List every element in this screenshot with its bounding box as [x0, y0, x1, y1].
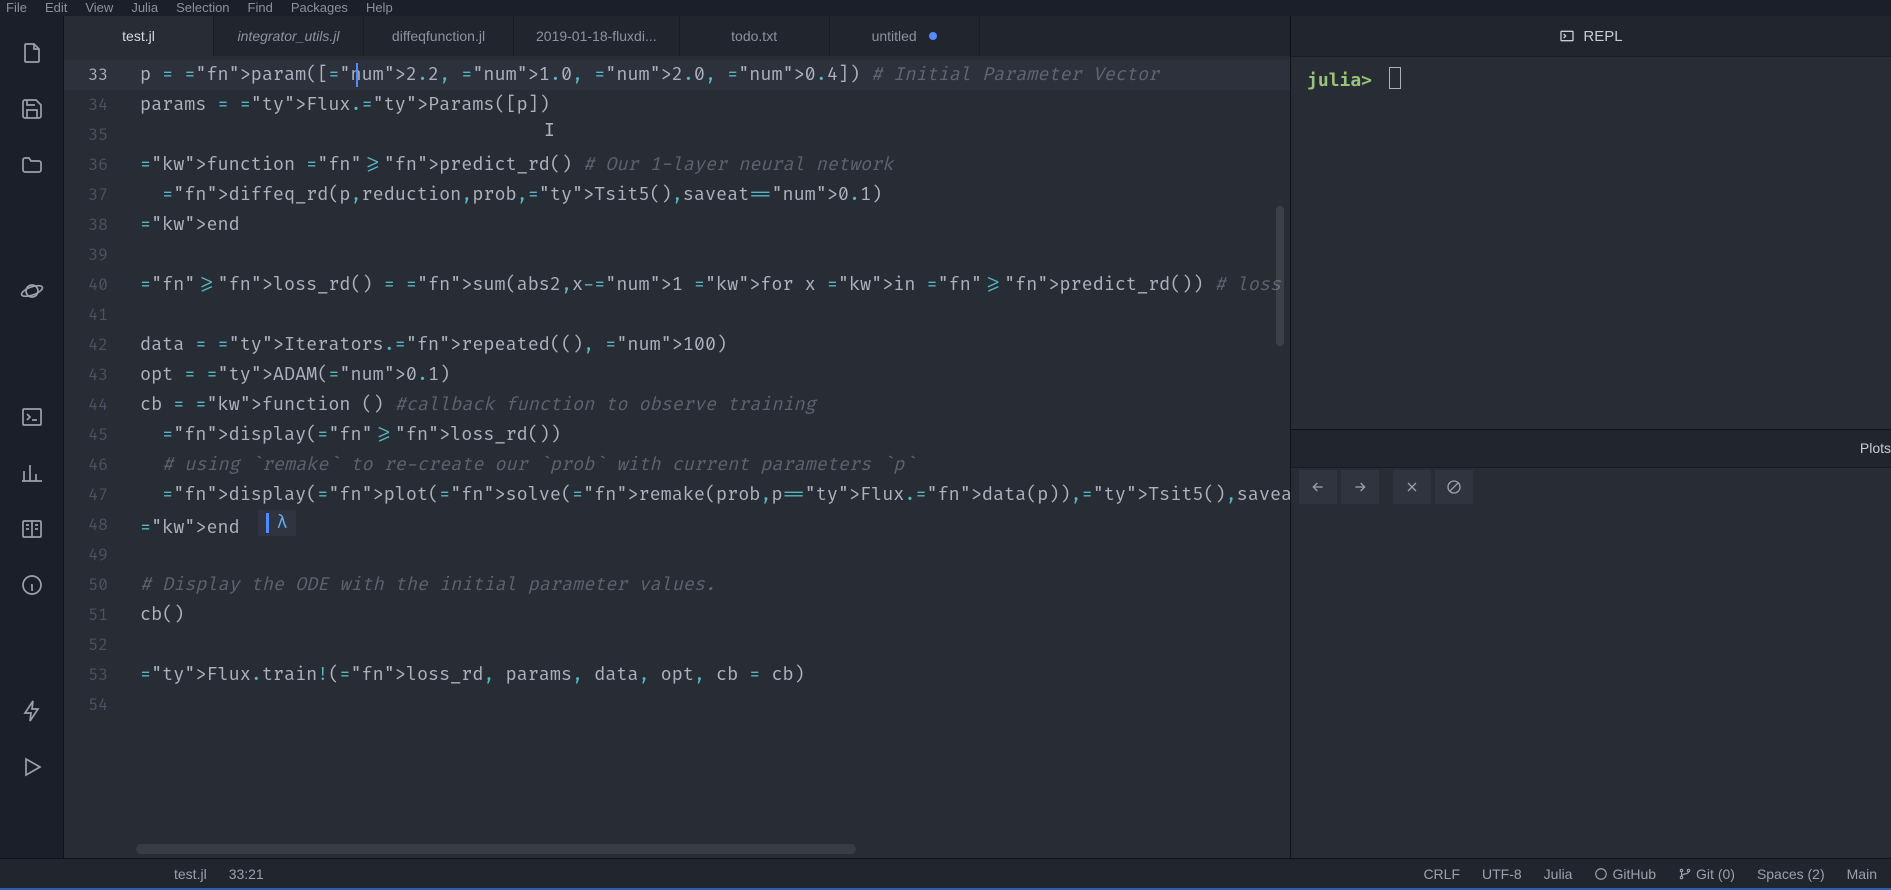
menu-view[interactable]: View — [85, 0, 113, 15]
code-line[interactable]: ="fn">display(="fn">plot(="fn">solve(="f… — [140, 480, 1290, 510]
lightning-icon[interactable] — [19, 698, 45, 724]
plots-body — [1291, 507, 1891, 859]
modified-dot-icon — [929, 32, 937, 40]
text-caret — [356, 63, 358, 87]
status-encoding[interactable]: UTF-8 — [1482, 866, 1522, 882]
tab-label: todo.txt — [731, 28, 777, 44]
vertical-scrollbar[interactable] — [1276, 206, 1284, 346]
repl-icon — [1559, 28, 1575, 44]
repl-panel-header[interactable]: REPL — [1291, 16, 1891, 56]
folder-icon[interactable] — [19, 152, 45, 178]
terminal-icon[interactable] — [19, 404, 45, 430]
tab-fluxdi[interactable]: 2019-01-18-fluxdi... — [514, 16, 680, 56]
menu-julia[interactable]: Julia — [131, 0, 158, 15]
menu-file[interactable]: File — [6, 0, 27, 15]
code-line[interactable] — [140, 240, 1290, 270]
menu-help[interactable]: Help — [366, 0, 393, 15]
code-area[interactable]: p = ="fn">param([="num">2.2, ="num">1.0,… — [124, 56, 1290, 858]
repl-cursor — [1389, 67, 1401, 89]
plots-prev-button[interactable] — [1299, 470, 1337, 504]
tab-bar: test.jl integrator_utils.jl diffeqfuncti… — [64, 16, 1290, 56]
tab-integrator-utils[interactable]: integrator_utils.jl — [214, 16, 364, 56]
repl-prompt: julia> — [1307, 70, 1372, 91]
code-line[interactable] — [140, 300, 1290, 330]
status-github[interactable]: GitHub — [1594, 866, 1656, 882]
code-line[interactable]: data = ="ty">Iterators.="fn">repeated(()… — [140, 330, 1290, 360]
code-line[interactable]: ="kw">endλ — [140, 510, 1290, 540]
code-editor[interactable]: 3334353637383940414243444546474849505152… — [64, 56, 1290, 858]
tab-label: 2019-01-18-fluxdi... — [536, 28, 657, 44]
code-line[interactable] — [140, 690, 1290, 720]
menu-packages[interactable]: Packages — [291, 0, 348, 15]
code-line[interactable]: # using `remake` to re-create our `prob`… — [140, 450, 1290, 480]
tab-label: diffeqfunction.jl — [392, 28, 485, 44]
menu-find[interactable]: Find — [248, 0, 273, 15]
lambda-result-box[interactable]: λ — [258, 510, 296, 536]
info-icon[interactable] — [19, 572, 45, 598]
tab-test-jl[interactable]: test.jl — [64, 16, 214, 56]
code-line[interactable]: ="fn">display(="fn">="fn">loss_rd()) — [140, 420, 1290, 450]
tab-label: integrator_utils.jl — [238, 28, 340, 44]
bar-chart-icon[interactable] — [19, 460, 45, 486]
tab-untitled[interactable]: untitled — [830, 16, 980, 56]
plots-close-button[interactable] — [1393, 470, 1431, 504]
run-icon[interactable] — [19, 754, 45, 780]
code-line[interactable]: # Display the ODE with the initial param… — [140, 570, 1290, 600]
code-line[interactable]: ="kw">end — [140, 210, 1290, 240]
save-icon[interactable] — [19, 96, 45, 122]
code-line[interactable] — [140, 540, 1290, 570]
tab-label: untitled — [872, 28, 917, 44]
status-cursor-pos[interactable]: 33:21 — [229, 866, 264, 882]
code-line[interactable]: p = ="fn">param([="num">2.2, ="num">1.0,… — [140, 60, 1290, 90]
code-line[interactable]: ="fn">="fn">loss_rd() = ="fn">sum(abs2,x… — [140, 270, 1290, 300]
plots-title: Plots — [1860, 440, 1891, 456]
book-icon[interactable] — [19, 516, 45, 542]
git-branch-icon — [1678, 867, 1692, 881]
activity-bar — [0, 16, 64, 858]
horizontal-scrollbar[interactable] — [136, 844, 856, 854]
github-icon — [1594, 867, 1608, 881]
code-line[interactable]: ="fn">diffeq_rd(p,reduction,prob,="ty">T… — [140, 180, 1290, 210]
code-line[interactable]: ="kw">function ="fn">="fn">predict_rd() … — [140, 150, 1290, 180]
planet-icon[interactable] — [19, 278, 45, 304]
line-gutter: 3334353637383940414243444546474849505152… — [64, 56, 124, 858]
tab-diffeqfunction[interactable]: diffeqfunction.jl — [364, 16, 514, 56]
code-line[interactable]: cb = ="kw">function () #callback functio… — [140, 390, 1290, 420]
mouse-ibeam-cursor: I — [544, 116, 555, 146]
menu-edit[interactable]: Edit — [45, 0, 67, 15]
status-eol[interactable]: CRLF — [1423, 866, 1460, 882]
code-line[interactable]: cb() — [140, 600, 1290, 630]
menu-bar: File Edit View Julia Selection Find Pack… — [0, 0, 1891, 16]
status-spaces[interactable]: Spaces (2) — [1757, 866, 1825, 882]
plots-clear-button[interactable] — [1435, 470, 1473, 504]
tab-todo[interactable]: todo.txt — [680, 16, 830, 56]
tab-label: test.jl — [122, 28, 155, 44]
repl-title: REPL — [1583, 28, 1622, 45]
status-language[interactable]: Julia — [1544, 866, 1573, 882]
plots-toolbar — [1291, 467, 1891, 507]
plots-next-button[interactable] — [1341, 470, 1379, 504]
status-git[interactable]: Git (0) — [1678, 866, 1735, 882]
status-branch[interactable]: Main — [1847, 866, 1877, 882]
status-file[interactable]: test.jl — [174, 866, 207, 882]
code-line[interactable] — [140, 630, 1290, 660]
new-file-icon[interactable] — [19, 40, 45, 66]
status-bar: test.jl 33:21 CRLF UTF-8 Julia GitHub Gi… — [0, 858, 1891, 888]
plots-panel-header[interactable]: Plots — [1291, 429, 1891, 467]
code-line[interactable] — [140, 120, 1290, 150]
code-line[interactable]: opt = ="ty">ADAM(="num">0.1) — [140, 360, 1290, 390]
menu-selection[interactable]: Selection — [176, 0, 229, 15]
code-line[interactable]: ="ty">Flux.train!(="fn">loss_rd, params,… — [140, 660, 1290, 690]
code-line[interactable]: params = ="ty">Flux.="ty">Params([p]) — [140, 90, 1290, 120]
